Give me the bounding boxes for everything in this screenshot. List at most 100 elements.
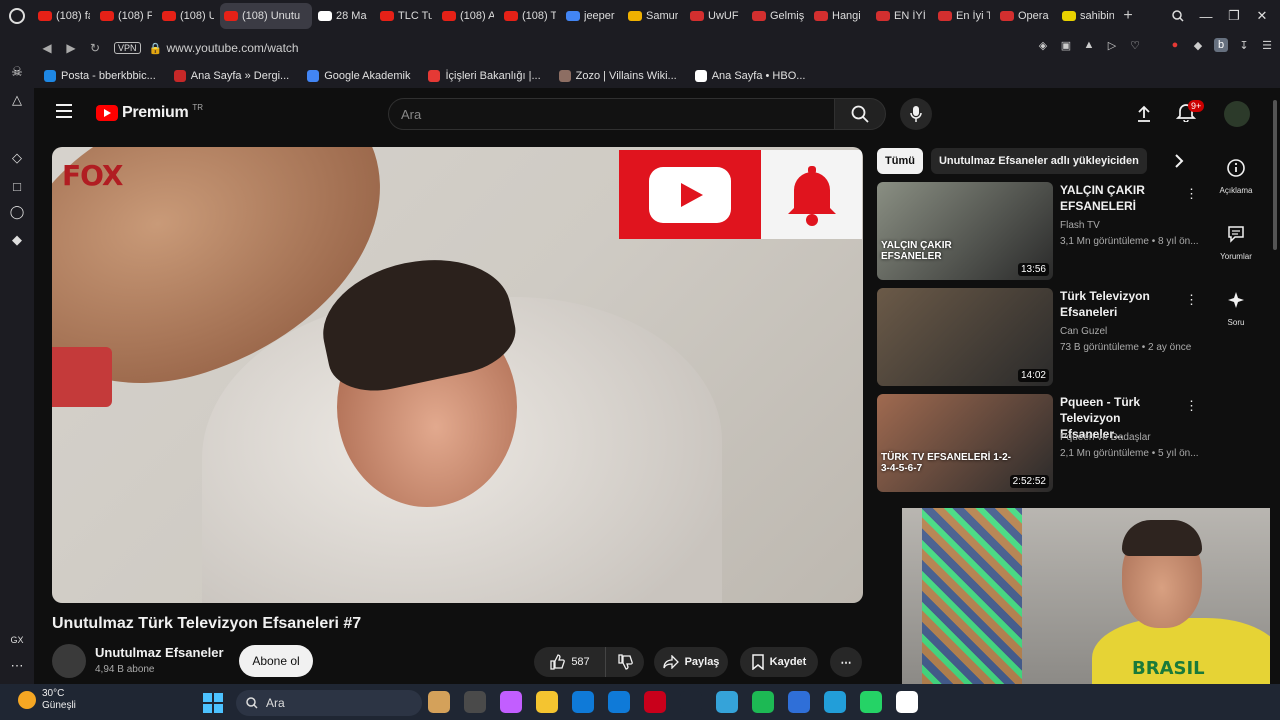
browser-tab[interactable]: EN İYİ bbox=[872, 3, 932, 29]
channel-name[interactable]: Unutulmaz Efsaneler bbox=[95, 645, 224, 660]
save-button[interactable]: Kaydet bbox=[740, 647, 818, 677]
search-input[interactable]: Ara bbox=[388, 98, 835, 130]
account-avatar[interactable] bbox=[1224, 101, 1250, 127]
browser-tab[interactable]: (108) T bbox=[500, 3, 560, 29]
page-scrollbar[interactable] bbox=[1270, 88, 1280, 684]
video-player[interactable]: FOX bbox=[52, 147, 863, 603]
minimize-button[interactable]: — bbox=[1194, 4, 1218, 28]
recommendation-thumbnail[interactable]: YALÇIN ÇAKIR EFSANELER 13:56 bbox=[877, 182, 1053, 280]
bookmark-item[interactable]: Ana Sayfa • HBO... bbox=[694, 70, 805, 82]
browser-tab[interactable]: (108) U bbox=[158, 3, 218, 29]
share-button[interactable]: Paylaş bbox=[654, 647, 728, 677]
profile-icon[interactable]: b bbox=[1214, 38, 1228, 52]
history-icon[interactable]: ◯ bbox=[9, 204, 25, 220]
browser-tab[interactable]: (108) A bbox=[438, 3, 498, 29]
taskbar-app-icon[interactable] bbox=[788, 691, 810, 713]
recommendation-item[interactable]: TÜRK TV EFSANELERİ 1-2-3-4-5-6-7 2:52:52 P… bbox=[877, 394, 1199, 494]
taskbar-app-icon[interactable] bbox=[644, 691, 666, 713]
recommendation-channel[interactable]: Pqueen ve Dadaşlar bbox=[1060, 432, 1151, 443]
taskbar-app-icon[interactable] bbox=[428, 691, 450, 713]
back-icon[interactable]: ◀ bbox=[36, 37, 58, 59]
extensions-icon[interactable]: ◆ bbox=[1191, 38, 1205, 52]
like-button[interactable]: 587 bbox=[534, 647, 606, 677]
bookmark-item[interactable]: Posta - bberkbbic... bbox=[44, 70, 156, 82]
more-options-icon[interactable]: ⋮ bbox=[1185, 186, 1198, 201]
start-button[interactable] bbox=[203, 693, 223, 713]
chips-next-button[interactable] bbox=[1169, 150, 1189, 172]
easy-setup-icon[interactable]: ☰ bbox=[1260, 38, 1274, 52]
rail-item[interactable]: Yorumlar bbox=[1209, 224, 1263, 261]
recommendation-channel[interactable]: Can Guzel bbox=[1060, 326, 1107, 337]
forward-icon[interactable]: ▶ bbox=[60, 37, 82, 59]
opera-logo-icon[interactable] bbox=[0, 0, 34, 32]
browser-tab[interactable]: (108) Unutu bbox=[220, 3, 312, 29]
crypto-wallet-icon[interactable]: ◇ bbox=[9, 150, 25, 166]
browser-tab[interactable]: En İyi T bbox=[934, 3, 994, 29]
menu-icon[interactable] bbox=[56, 104, 72, 118]
recommendation-channel[interactable]: Flash TV bbox=[1060, 220, 1100, 231]
bookmark-item[interactable]: İçişleri Bakanlığı |... bbox=[428, 70, 541, 82]
pin-icon[interactable]: ☠ bbox=[9, 64, 25, 80]
pin-page-icon[interactable]: ◈ bbox=[1036, 38, 1050, 52]
recommendation-title[interactable]: Türk Televizyon Efsaneleri bbox=[1060, 288, 1180, 320]
recommendation-title[interactable]: YALÇIN ÇAKIR EFSANELERİ bbox=[1060, 182, 1180, 214]
browser-tab[interactable]: Samur bbox=[624, 3, 684, 29]
search-button[interactable] bbox=[834, 98, 886, 130]
taskbar-app-icon[interactable] bbox=[752, 691, 774, 713]
taskbar-app-icon[interactable] bbox=[716, 691, 738, 713]
browser-tab[interactable]: sahibin bbox=[1058, 3, 1118, 29]
taskbar-app-icon[interactable] bbox=[536, 691, 558, 713]
browser-tab[interactable]: 28 Ma bbox=[314, 3, 374, 29]
download-icon[interactable]: ↧ bbox=[1237, 38, 1251, 52]
rail-item[interactable]: Açıklama bbox=[1209, 158, 1263, 195]
browser-tab[interactable]: TLC Tu bbox=[376, 3, 436, 29]
browser-tab[interactable]: (108) F bbox=[96, 3, 156, 29]
browser-tab[interactable]: UwUF bbox=[686, 3, 746, 29]
browser-tab[interactable]: Gelmiş bbox=[748, 3, 808, 29]
taskbar-search[interactable]: Ara bbox=[236, 690, 422, 716]
vpn-badge[interactable]: VPN bbox=[114, 42, 141, 54]
chip-from-uploader[interactable]: Unutulmaz Efsaneler adlı yükleyiciden bbox=[930, 148, 1147, 174]
browser-tab[interactable]: jeeper bbox=[562, 3, 622, 29]
close-button[interactable]: ✕ bbox=[1250, 4, 1274, 28]
taskbar-app-icon[interactable] bbox=[860, 691, 882, 713]
taskbar-app-icon[interactable] bbox=[824, 691, 846, 713]
more-options-icon[interactable]: ⋮ bbox=[1185, 292, 1198, 307]
new-tab-button[interactable]: + bbox=[1118, 3, 1138, 29]
extensions-icon[interactable]: ◆ bbox=[9, 232, 25, 248]
recommendation-item[interactable]: YALÇIN ÇAKIR EFSANELER 13:56 YALÇIN ÇAKIR … bbox=[877, 182, 1199, 282]
taskbar-app-icon[interactable] bbox=[896, 691, 918, 713]
recommendation-thumbnail[interactable]: TÜRK TV EFSANELERİ 1-2-3-4-5-6-7 2:52:52 bbox=[877, 394, 1053, 492]
extension-red-icon[interactable]: ● bbox=[1168, 38, 1182, 52]
taskbar-app-icon[interactable] bbox=[608, 691, 630, 713]
upload-button[interactable] bbox=[1134, 104, 1154, 124]
voice-search-button[interactable] bbox=[900, 98, 932, 130]
taskbar-app-icon[interactable] bbox=[572, 691, 594, 713]
recommendation-thumbnail[interactable]: 14:02 bbox=[877, 288, 1053, 386]
shield-icon[interactable]: ▲ bbox=[1082, 38, 1096, 52]
dislike-button[interactable] bbox=[606, 647, 644, 677]
subscribe-button[interactable]: Abone ol bbox=[239, 645, 313, 677]
channel-avatar[interactable] bbox=[52, 644, 86, 678]
reload-icon[interactable]: ↻ bbox=[84, 37, 106, 59]
taskbar-app-icon[interactable] bbox=[500, 691, 522, 713]
more-options-icon[interactable]: ⋮ bbox=[1185, 398, 1198, 413]
chip-all[interactable]: Tümü bbox=[877, 148, 923, 174]
sidebar-more-icon[interactable]: ⋯ bbox=[9, 658, 25, 674]
lock-icon[interactable]: 🔒 bbox=[149, 42, 163, 55]
snapshot-icon[interactable]: ▣ bbox=[1059, 38, 1073, 52]
browser-tab[interactable]: (108) fa bbox=[34, 3, 94, 29]
taskbar-app-icon[interactable] bbox=[680, 691, 702, 713]
url-field[interactable]: www.youtube.com/watch bbox=[167, 41, 299, 55]
more-actions-button[interactable]: ⋯ bbox=[830, 647, 862, 677]
browser-tab[interactable]: Opera bbox=[996, 3, 1056, 29]
browser-tab[interactable]: Hangi bbox=[810, 3, 870, 29]
bookmark-item[interactable]: Google Akademik bbox=[307, 70, 410, 82]
search-tabs-icon[interactable] bbox=[1166, 4, 1190, 28]
rail-item[interactable]: Soru bbox=[1209, 290, 1263, 327]
bookmark-item[interactable]: Zozo | Villains Wiki... bbox=[558, 70, 677, 82]
taskbar-app-icon[interactable] bbox=[464, 691, 486, 713]
weather-widget[interactable]: 30°C Güneşli bbox=[18, 688, 76, 712]
aria-icon[interactable]: △ bbox=[9, 92, 25, 108]
scrollbar-thumb[interactable] bbox=[1273, 100, 1277, 250]
